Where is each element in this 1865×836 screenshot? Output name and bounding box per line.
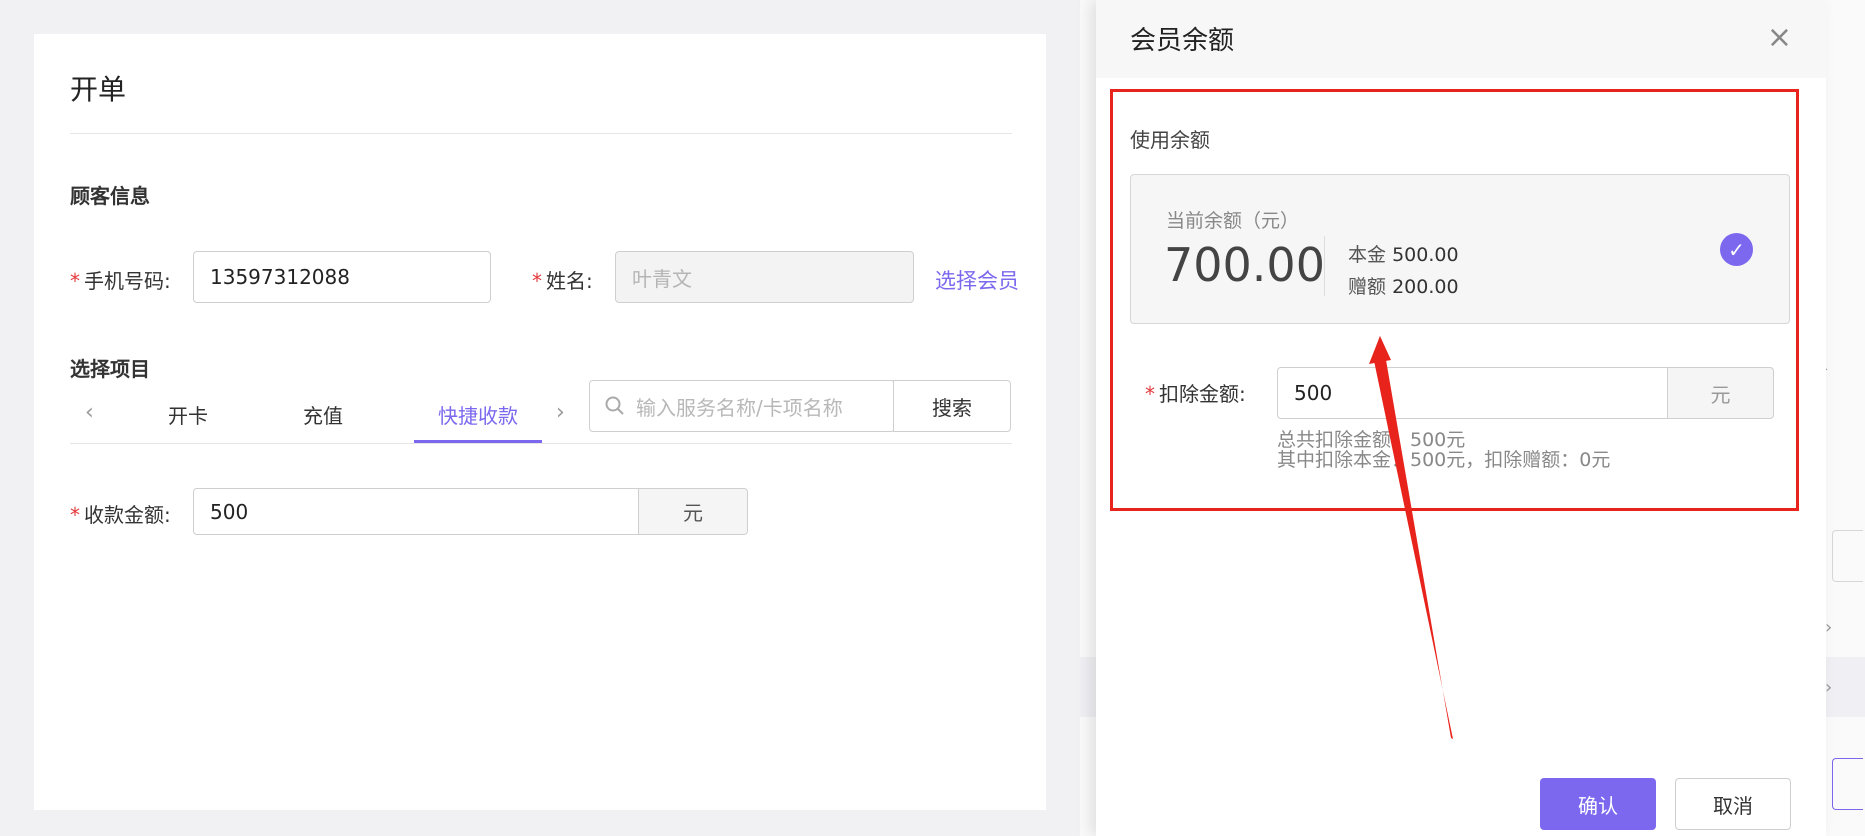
confirm-button[interactable]: 确认 [1540, 778, 1656, 830]
annotation-arrow [1369, 336, 1453, 739]
cancel-button[interactable]: 取消 [1675, 778, 1791, 830]
